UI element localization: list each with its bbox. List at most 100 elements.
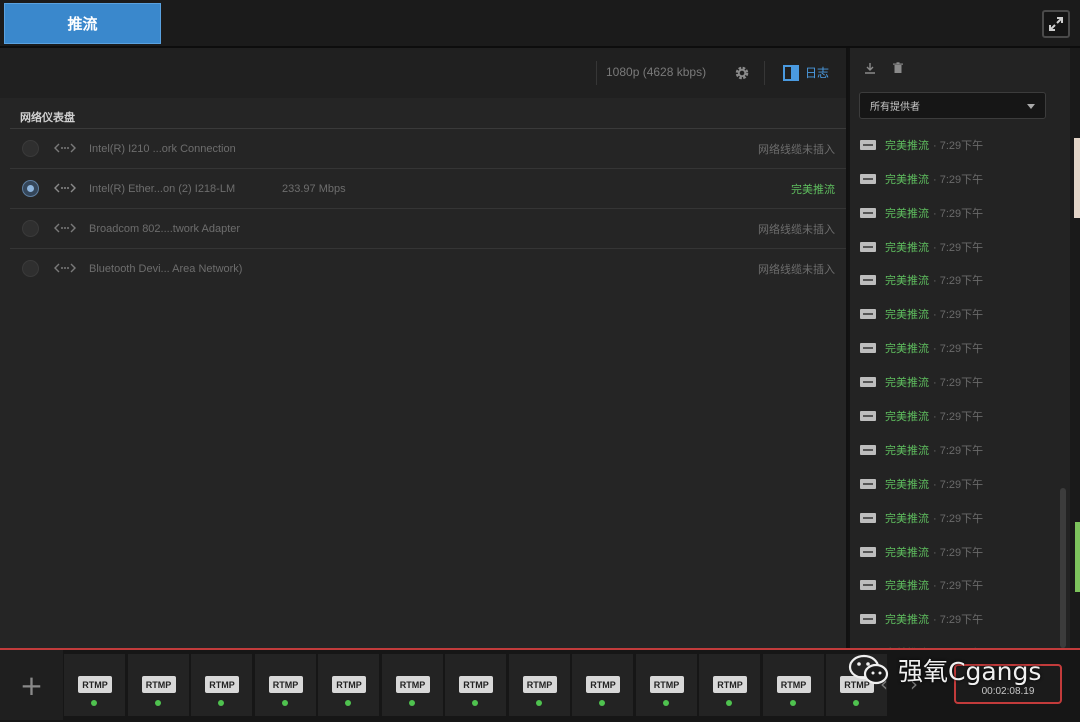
log-entry: 完美推流· 7:29下午 — [850, 399, 1050, 433]
rtmp-destination[interactable]: RTMP — [445, 654, 506, 716]
adapter-radio[interactable] — [22, 220, 39, 237]
log-time: · 7:29下午 — [933, 207, 984, 220]
network-connection-icon — [54, 223, 76, 233]
log-status: 完美推流 — [885, 409, 929, 423]
network-connection-icon — [54, 143, 76, 153]
rtmp-destination[interactable]: RTMP — [191, 654, 252, 716]
watermark-text: 强氧Cgangs — [898, 657, 1042, 686]
provider-value: 所有提供者 — [870, 102, 920, 113]
rtmp-destination[interactable]: RTMP — [318, 654, 379, 716]
rtmp-destination[interactable]: RTMP — [762, 654, 824, 716]
rtmp-icon — [860, 444, 876, 455]
status-dot — [345, 700, 351, 706]
log-time: · 7:29下午 — [933, 512, 984, 525]
rtmp-destination[interactable]: RTMP — [699, 654, 760, 716]
watermark: 强氧Cgangs — [848, 652, 1041, 688]
log-status: 完美推流 — [885, 613, 929, 627]
status-dot — [726, 700, 732, 706]
adapter-radio[interactable] — [22, 260, 39, 277]
log-time: · 7:29下午 — [933, 580, 984, 593]
adapter-radio-selected[interactable] — [22, 180, 39, 197]
adapter-name: Intel(R) Ether...on (2) I218-LM — [89, 182, 236, 195]
rtmp-destination[interactable]: RTMP — [635, 654, 697, 716]
rtmp-badge: RTMP — [78, 676, 112, 693]
log-scrollbar[interactable] — [1060, 488, 1066, 648]
tab-streaming[interactable]: 推流 — [4, 3, 161, 44]
log-status: 完美推流 — [885, 579, 929, 593]
log-list[interactable]: 完美推流 · 7:29下午 完美推流 · 7:29下午 完美推流 · 7:29下午 完美推流… — [850, 112, 1050, 648]
adapter-status: 网络线缆未插入 — [758, 222, 835, 236]
log-entry: 完美推流· 7:29下午 — [850, 331, 1050, 365]
log-time: · 7:29下午 — [933, 444, 984, 457]
rtmp-badge: RTMP — [522, 676, 557, 693]
status-dot — [789, 700, 796, 706]
log-entry: 完美推流· 7:29下午 — [850, 297, 1050, 331]
rtmp-destination[interactable]: RTMP — [508, 654, 570, 716]
log-time: · 7:29下午 — [933, 478, 984, 491]
adapter-name: Bluetooth Devi... Area Network) — [89, 262, 243, 275]
log-entry: 完美推流· 7:29下午 — [850, 433, 1050, 467]
log-status: 完美推流 — [885, 545, 929, 559]
gear-icon[interactable] — [734, 65, 750, 81]
log-toggle-button[interactable]: 日志 — [783, 64, 829, 81]
log-entry: 完美推流 · 7:29下午 — [850, 128, 1050, 162]
rtmp-destination[interactable]: RTMP — [127, 654, 189, 716]
rtmp-icon — [860, 614, 876, 625]
resolution-readout: 1080p (4628 kbps) — [606, 65, 707, 79]
log-time: · 7:29下午 — [933, 173, 984, 186]
rtmp-badge: RTMP — [649, 676, 684, 693]
log-status: 完美推流 — [885, 511, 929, 525]
log-entry: 完美推流 · 7:29下午 — [850, 535, 1050, 569]
log-entry: 完美推流· 7:29下午 — [850, 365, 1050, 399]
provider-select[interactable]: 所有提供者 — [859, 92, 1046, 119]
status-dot — [472, 700, 478, 706]
network-dashboard-panel: 1080p (4628 kbps) 日志 网络仪表盘 Intel(R) I210… — [0, 48, 848, 648]
log-status: 完美推流 — [885, 274, 929, 288]
rtmp-badge: RTMP — [268, 676, 303, 693]
network-connection-icon — [54, 183, 76, 193]
log-time: · 7:29下午 — [933, 139, 984, 152]
log-time: · 7:29下午 — [933, 546, 984, 559]
expand-button[interactable] — [1042, 10, 1070, 38]
rtmp-icon — [860, 275, 876, 286]
rtmp-icon — [860, 241, 876, 252]
log-entry: 完美推流 · 7:29下午 — [850, 501, 1050, 535]
log-entry: 完美推流· 7:29下午 — [850, 230, 1050, 264]
rtmp-destination[interactable]: RTMP — [572, 654, 633, 716]
adapter-row[interactable]: Bluetooth Devi... Area Network) 网络线缆未插入 — [10, 248, 846, 288]
rtmp-icon — [860, 410, 876, 421]
rtmp-destination[interactable]: RTMP — [254, 654, 316, 716]
log-entry: 完美推流· 7:29下午 — [850, 636, 1050, 648]
log-time: · 7:29下午 — [933, 377, 984, 390]
chevron-down-icon — [1027, 104, 1035, 109]
adapter-row[interactable]: Intel(R) Ether...on (2) I218-LM 233.97 M… — [10, 168, 846, 208]
adapter-status: 网络线缆未插入 — [758, 142, 835, 156]
adapter-row[interactable]: Broadcom 802....twork Adapter 网络线缆未插入 — [10, 208, 846, 248]
log-entry: 完美推流 · 7:29下午 — [850, 568, 1050, 602]
status-dot — [599, 700, 605, 706]
wechat-icon — [848, 654, 889, 685]
rtmp-icon — [860, 139, 876, 150]
adapter-radio[interactable] — [22, 140, 39, 157]
log-status: 完美推流 — [885, 308, 929, 322]
log-entry: 完美推流· 7:29下午 — [850, 162, 1050, 196]
log-status: 完美推流 — [885, 342, 929, 356]
trash-icon[interactable] — [892, 62, 904, 74]
log-panel: 完美推流 · 7:29下午 完美推流 · 7:29下午 完美推流 · 7:29下午 完美推流… — [850, 48, 1070, 648]
adapter-row[interactable]: Intel(R) I210 ...ork Connection 网络线缆未插入 — [10, 128, 846, 168]
add-destination-button[interactable]: + — [0, 650, 63, 720]
rtmp-icon — [860, 580, 876, 591]
rtmp-destination[interactable]: RTMP — [64, 654, 125, 716]
background-window-edge — [1070, 48, 1080, 648]
log-time: · 7:29下午 — [933, 614, 984, 627]
adapter-name: Broadcom 802....twork Adapter — [89, 222, 241, 235]
adapter-name: Intel(R) I210 ...ork Connection — [89, 142, 236, 155]
log-status: 完美推流 — [885, 138, 929, 152]
adapter-status: 网络线缆未插入 — [758, 262, 835, 276]
rtmp-destination[interactable]: RTMP — [381, 654, 443, 716]
status-dot — [408, 700, 415, 706]
status-dot — [91, 700, 97, 706]
status-dot — [281, 700, 288, 706]
adapter-status: 完美推流 — [791, 182, 835, 196]
download-icon[interactable] — [864, 62, 876, 74]
